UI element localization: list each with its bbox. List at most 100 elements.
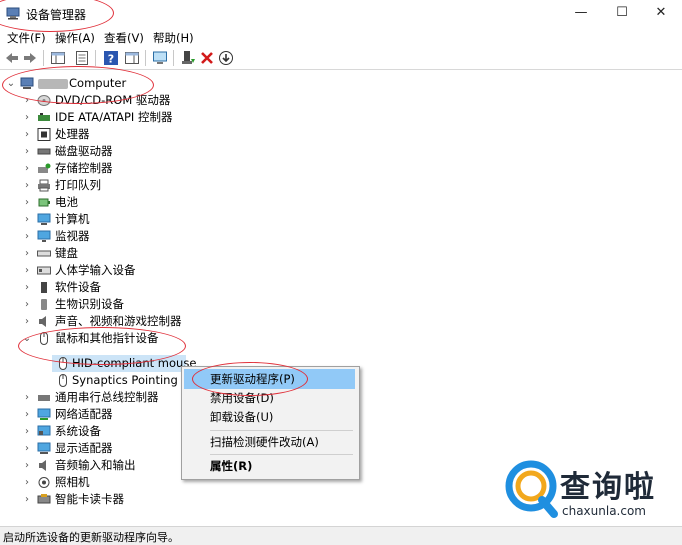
forward-icon[interactable]	[22, 50, 38, 66]
expand-arrow-icon[interactable]: ›	[22, 228, 32, 245]
expand-arrow-icon[interactable]: ›	[22, 406, 32, 423]
ctx-update-driver[interactable]: 更新驱动程序(P)	[184, 369, 355, 389]
battery-icon	[38, 198, 50, 207]
ctx-scan-hardware[interactable]: 扫描检测硬件改动(A)	[184, 432, 355, 452]
tree-category-label: 网络适配器	[55, 407, 113, 421]
speaker-icon	[39, 460, 46, 471]
tree-category-label: 键盘	[55, 246, 78, 260]
tree-device[interactable]: Synaptics Pointing De	[52, 372, 182, 389]
back-icon[interactable]	[4, 50, 20, 66]
disk-drive-icon	[37, 148, 51, 155]
maximize-button[interactable]: ☐	[604, 3, 640, 23]
menu-help[interactable]: 帮助(H)	[153, 30, 194, 46]
expand-arrow-icon[interactable]: ›	[22, 440, 32, 457]
tree-category-label: 通用串行总线控制器	[55, 390, 159, 404]
tree-root-label: Computer	[69, 76, 127, 90]
expand-arrow-icon[interactable]: ›	[22, 262, 32, 279]
expand-arrow-icon[interactable]: ›	[22, 194, 32, 211]
tree-device-label: Synaptics Pointing De	[72, 373, 182, 387]
mouse-icon	[40, 332, 48, 345]
expand-arrow-icon[interactable]: ›	[22, 423, 32, 440]
display-adapter-icon	[37, 442, 51, 454]
expand-arrow-icon[interactable]: ›	[22, 279, 32, 296]
tree-root[interactable]: ⌄ Computer	[6, 75, 166, 92]
tree-category-label: 监视器	[55, 229, 90, 243]
tree-category-label: 照相机	[55, 475, 90, 489]
tree-category-label: 鼠标和其他指针设备	[55, 331, 159, 345]
ctx-disable-device[interactable]: 禁用设备(D)	[184, 388, 355, 408]
blurred-computer-name	[38, 79, 68, 89]
ctx-separator	[210, 430, 353, 431]
status-bar: 启动所选设备的更新驱动程序向导。	[0, 526, 682, 545]
speaker-icon	[39, 316, 46, 327]
toolbar-separator	[43, 50, 44, 66]
ctx-properties[interactable]: 属性(R)	[184, 456, 355, 476]
system-device-icon	[37, 425, 51, 436]
watermark: 查询啦 chaxunla.com	[504, 458, 674, 524]
expand-arrow-icon[interactable]: ›	[22, 92, 32, 109]
computer-icon	[20, 77, 34, 89]
smart-card-reader-icon	[37, 494, 51, 504]
menu-bar: 文件(F) 操作(A) 查看(V) 帮助(H)	[0, 27, 682, 47]
tree-category-label: IDE ATA/ATAPI 控制器	[55, 110, 173, 124]
expand-arrow-icon[interactable]: ›	[22, 474, 32, 491]
close-button[interactable]: ✕	[643, 3, 679, 23]
storage-controller-icon	[38, 163, 51, 173]
expand-arrow-icon[interactable]: ›	[22, 126, 32, 143]
uninstall-icon[interactable]	[199, 50, 215, 66]
action-pane-icon[interactable]	[124, 50, 140, 66]
tree-category-label: 电池	[55, 195, 78, 209]
ctx-properties-label: 属性(R)	[210, 459, 253, 473]
tree-category-label: 打印队列	[55, 178, 101, 192]
disable-device-icon[interactable]	[218, 50, 234, 66]
monitor-icon	[37, 230, 51, 242]
expand-arrow-icon[interactable]: ›	[22, 313, 32, 330]
expand-arrow-icon[interactable]: ›	[22, 109, 32, 126]
tree-category-label: 生物识别设备	[55, 297, 124, 311]
dvd-drive-icon	[37, 95, 51, 106]
expand-arrow-icon[interactable]: ›	[22, 177, 32, 194]
hid-icon	[37, 266, 51, 275]
expand-arrow-icon[interactable]: ›	[22, 211, 32, 228]
tree-category-label: 处理器	[55, 127, 90, 141]
biometric-icon	[41, 299, 47, 310]
menu-file[interactable]: 文件(F)	[7, 30, 46, 46]
expand-arrow-icon[interactable]: ›	[22, 457, 32, 474]
network-adapter-icon	[37, 408, 51, 420]
toolbar-separator	[145, 50, 146, 66]
menu-action[interactable]: 操作(A)	[55, 30, 95, 46]
help-icon[interactable]: ?	[103, 50, 119, 66]
expand-arrow-icon[interactable]: ›	[22, 491, 32, 508]
tree-category-label: 存储控制器	[55, 161, 113, 175]
watermark-domain: chaxunla.com	[562, 504, 646, 518]
toolbar: ?	[0, 47, 682, 70]
ctx-uninstall-device[interactable]: 卸载设备(U)	[184, 407, 355, 427]
processor-icon	[37, 128, 51, 141]
camera-icon	[38, 477, 50, 488]
mouse-icon	[59, 374, 67, 387]
collapse-arrow-icon[interactable]: ⌄	[6, 75, 16, 92]
expand-arrow-icon[interactable]: ›	[22, 245, 32, 262]
ctx-scan-hardware-label: 扫描检测硬件改动(A)	[210, 435, 319, 449]
expand-arrow-icon[interactable]: ›	[22, 389, 32, 406]
tree-category-label: 人体学输入设备	[55, 263, 136, 277]
status-text: 启动所选设备的更新驱动程序向导。	[3, 531, 179, 544]
tree-category-label: DVD/CD-ROM 驱动器	[55, 93, 171, 107]
keyboard-icon	[37, 250, 51, 257]
update-driver-icon[interactable]	[180, 50, 196, 66]
properties-icon[interactable]	[74, 50, 90, 66]
show-hide-console-tree-icon[interactable]	[50, 50, 66, 66]
usb-icon	[38, 395, 50, 401]
computer-icon	[37, 213, 51, 225]
scan-hardware-icon[interactable]	[152, 50, 168, 66]
tree-device-selected[interactable]: HID-compliant mouse	[52, 355, 196, 372]
ctx-separator	[210, 454, 353, 455]
minimize-button[interactable]: —	[563, 3, 599, 23]
expand-arrow-icon[interactable]: ›	[22, 296, 32, 313]
tree-category-label: 声音、视频和游戏控制器	[55, 314, 182, 328]
expand-arrow-icon[interactable]: ›	[22, 143, 32, 160]
menu-view[interactable]: 查看(V)	[104, 30, 144, 46]
expand-arrow-icon[interactable]: ›	[22, 160, 32, 177]
collapse-arrow-icon[interactable]: ⌄	[22, 330, 32, 347]
printer-icon	[38, 179, 50, 192]
